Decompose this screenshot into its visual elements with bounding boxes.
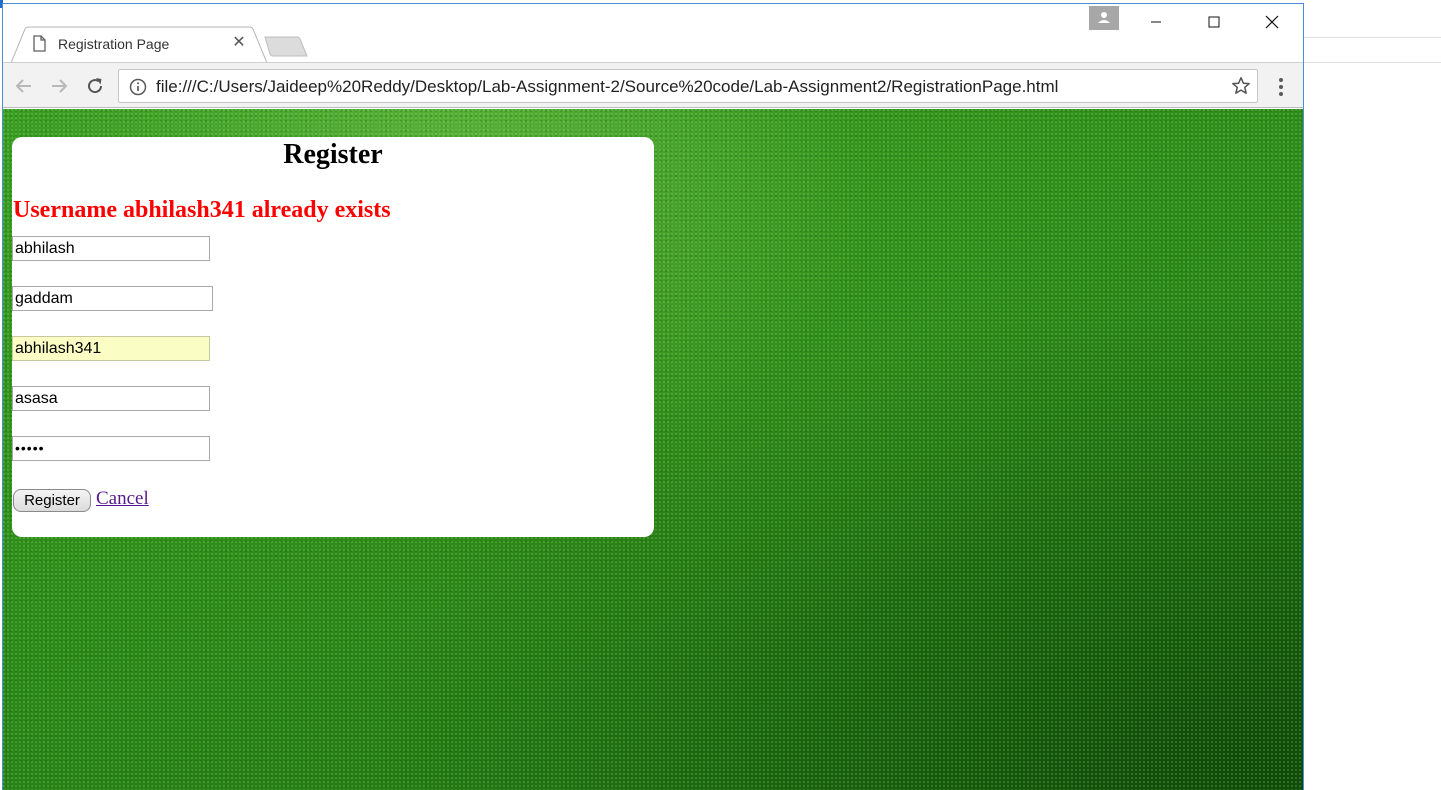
browser-toolbar: file:///C:/Users/Jaideep%20Reddy/Desktop…: [3, 62, 1303, 108]
register-button[interactable]: Register: [13, 489, 91, 512]
profile-icon[interactable]: [1089, 6, 1119, 30]
first-name-field[interactable]: abhilash: [12, 236, 210, 261]
last-name-field[interactable]: gaddam: [12, 286, 213, 311]
divider: [1304, 62, 1441, 63]
title-bar: Registration Page ✕: [3, 4, 1303, 63]
page-icon: [33, 35, 46, 52]
maximize-icon[interactable]: [1185, 4, 1242, 40]
menu-dots-icon[interactable]: [1269, 75, 1293, 99]
page-viewport: Register Username abhilash341 already ex…: [3, 109, 1303, 790]
page-title: Register: [283, 139, 383, 170]
minimize-icon[interactable]: [1127, 4, 1184, 40]
cancel-link[interactable]: Cancel: [96, 488, 149, 510]
window-close-icon[interactable]: [1243, 4, 1300, 40]
info-icon[interactable]: [129, 78, 147, 96]
registration-form-card: Register Username abhilash341 already ex…: [12, 137, 654, 537]
browser-window: Registration Page ✕ file:///C:/Users/Jai…: [2, 3, 1304, 790]
divider: [1304, 37, 1441, 38]
star-icon[interactable]: [1231, 76, 1251, 96]
username-field[interactable]: abhilash341: [12, 336, 210, 361]
back-arrow-icon[interactable]: [11, 73, 37, 99]
error-message: Username abhilash341 already exists: [13, 197, 391, 223]
forward-arrow-icon[interactable]: [46, 73, 72, 99]
reload-icon[interactable]: [82, 73, 108, 99]
password-field[interactable]: •••••: [12, 436, 210, 461]
background-window: [1304, 0, 1441, 790]
email-field[interactable]: asasa: [12, 386, 210, 411]
address-bar[interactable]: file:///C:/Users/Jaideep%20Reddy/Desktop…: [118, 69, 1258, 103]
close-icon[interactable]: ✕: [231, 34, 247, 52]
tab-title: Registration Page: [58, 36, 170, 52]
url-text[interactable]: file:///C:/Users/Jaideep%20Reddy/Desktop…: [156, 77, 1058, 97]
new-tab-icon[interactable]: [261, 34, 309, 58]
